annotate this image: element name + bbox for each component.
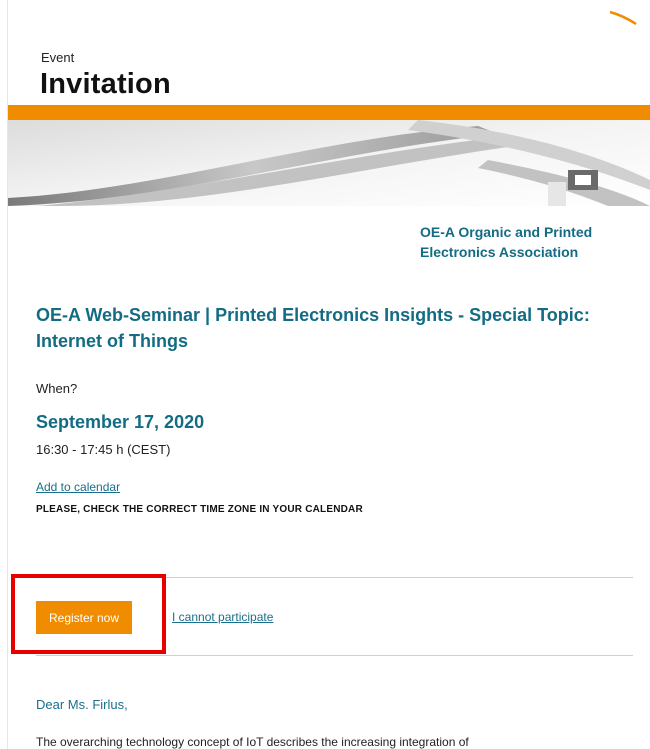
email-page: Event Invitation OE-A Organic and Printe… — [0, 0, 650, 749]
letter-intro-text: The overarching technology concept of Io… — [36, 735, 469, 749]
event-label: Event — [41, 50, 75, 65]
corner-swoosh-mark — [609, 10, 637, 26]
orange-accent-bar — [8, 105, 650, 120]
when-label: When? — [36, 381, 78, 396]
event-time: 16:30 - 17:45 h (CEST) — [36, 442, 171, 457]
event-date: September 17, 2020 — [36, 412, 205, 432]
seminar-title: OE-A Web-Seminar | Printed Electronics I… — [36, 305, 590, 351]
highlight-annotation-box — [11, 574, 166, 654]
add-to-calendar-link[interactable]: Add to calendar — [36, 480, 120, 494]
divider-bottom — [36, 655, 633, 656]
timezone-notice: PLEASE, CHECK THE CORRECT TIME ZONE IN Y… — [36, 504, 363, 515]
invitation-title: Invitation — [40, 68, 171, 100]
organization-name: OE-A Organic and Printed Electronics Ass… — [420, 224, 593, 260]
letter-greeting: Dear Ms. Firlus, — [36, 697, 128, 712]
banner-image — [8, 120, 650, 206]
cannot-participate-link[interactable]: I cannot participate — [172, 610, 273, 624]
